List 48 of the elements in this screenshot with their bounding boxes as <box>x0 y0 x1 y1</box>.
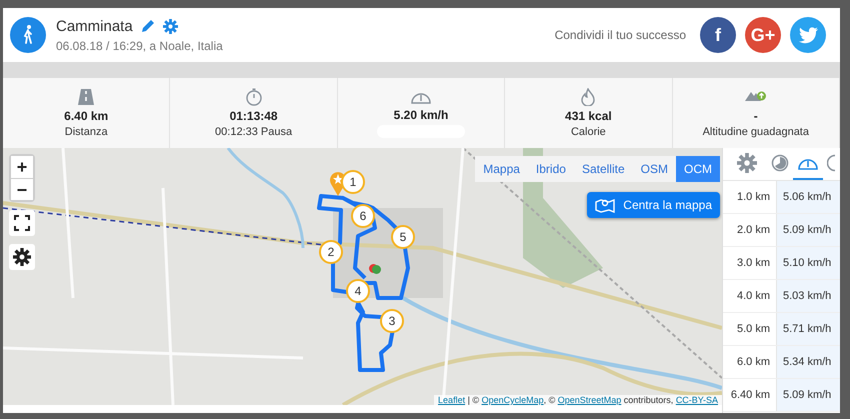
attribution-link[interactable]: OpenStreetMap <box>558 395 622 405</box>
stat-label: Altitudine guadagnata <box>702 126 809 138</box>
attribution-text: , © <box>544 395 556 405</box>
walking-icon <box>10 17 46 53</box>
stat-value: 5.20 km/h <box>394 108 448 122</box>
split-speed: 5.09 km/h <box>777 214 840 246</box>
stat-value: - <box>754 109 758 123</box>
timer-icon <box>771 154 789 172</box>
road-icon <box>77 88 96 106</box>
map-pin-icon <box>595 197 616 213</box>
attribution-text: | © <box>466 395 480 405</box>
attribution-link[interactable]: Leaflet <box>438 395 466 405</box>
gear-icon <box>737 153 757 173</box>
activity-subtitle: 06.08.18 / 16:29, a Noale, Italia <box>56 38 224 52</box>
stat-value: 431 kcal <box>565 109 612 123</box>
stat-value: 6.40 km <box>64 109 108 123</box>
map-layer-tab[interactable]: OSM <box>632 156 676 182</box>
settings-icon[interactable] <box>162 18 178 34</box>
stat-label: Calorie <box>570 126 606 138</box>
settings-button[interactable] <box>9 244 35 270</box>
attribution-link[interactable]: CC-BY-SA <box>676 395 718 405</box>
share-button[interactable]: G+ <box>745 17 781 53</box>
split-speed: 5.09 km/h <box>777 379 840 411</box>
map-layer-tab[interactable]: Mappa <box>475 156 528 182</box>
share-label: Condividi il tuo successo <box>554 28 686 42</box>
stat-value: 01:13:48 <box>230 109 278 123</box>
pencil-icon[interactable] <box>140 19 155 33</box>
zoom-out-button[interactable]: − <box>11 178 33 200</box>
split-speed: 5.10 km/h <box>777 247 840 279</box>
bird-icon <box>798 26 818 44</box>
split-speed: 5.06 km/h <box>777 181 840 213</box>
stat-label: Distanza <box>64 126 108 138</box>
attribution-link[interactable]: OpenCycleMap <box>482 395 544 405</box>
fullscreen-button[interactable] <box>9 210 35 236</box>
split-speed: 5.34 km/h <box>777 346 840 378</box>
stat-label: 00:12:33 Pausa <box>215 126 292 138</box>
map-layer-tab[interactable]: OCM <box>676 156 720 182</box>
share-button[interactable]: f <box>700 17 736 53</box>
attribution-text: contributors, <box>622 395 674 405</box>
flame-icon <box>581 88 596 106</box>
activity-title: Camminata <box>56 18 133 34</box>
stopwatch-icon <box>244 88 263 106</box>
split-speed: 5.71 km/h <box>777 313 840 345</box>
split-speed: 5.03 km/h <box>777 280 840 312</box>
map-layer-tab[interactable]: Ibrido <box>528 156 574 182</box>
center-map-button[interactable]: Centra la mappa <box>587 192 720 218</box>
bird-button[interactable] <box>790 17 826 53</box>
map-layer-tab[interactable]: Satellite <box>574 156 633 182</box>
